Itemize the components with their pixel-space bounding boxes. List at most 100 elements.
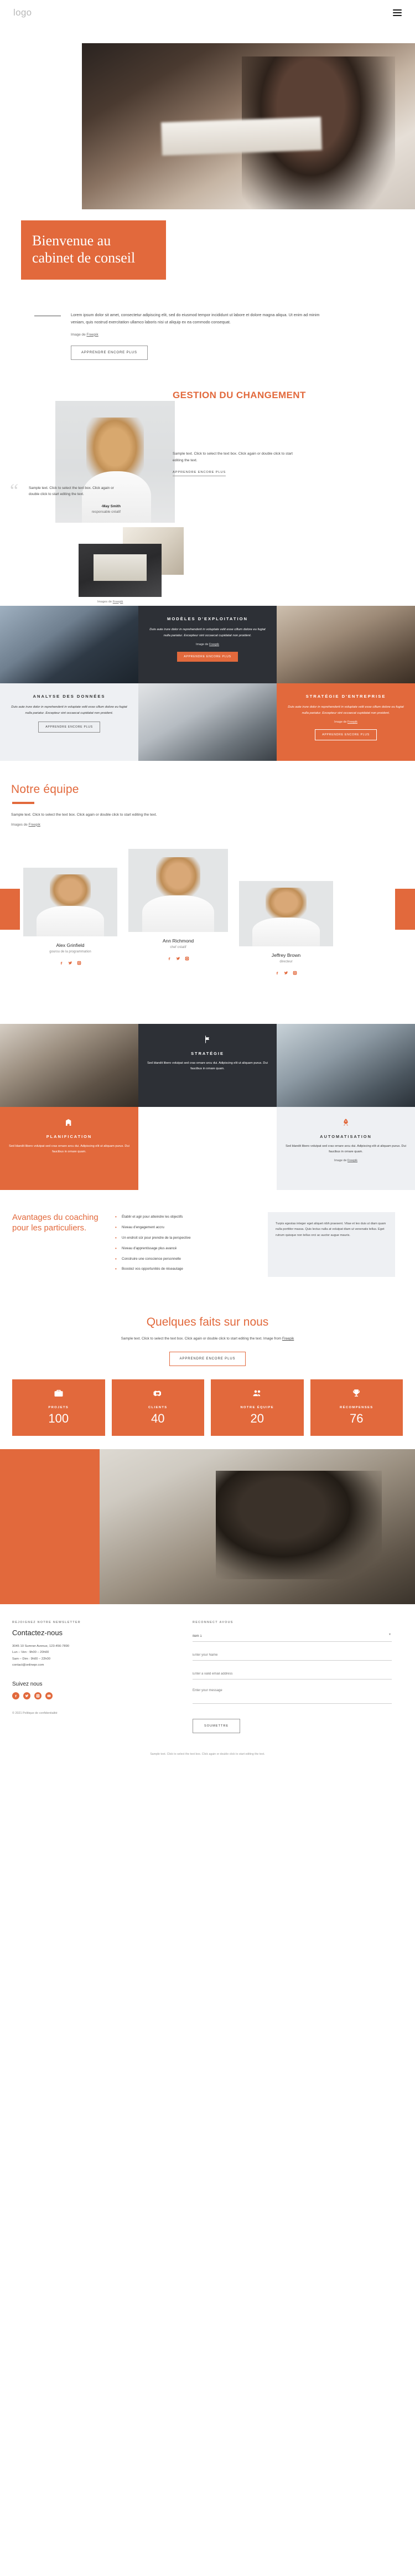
quote-icon: “ [10,480,19,501]
chevron-down-icon[interactable]: ▾ [389,1632,391,1636]
team-accent-left [0,888,20,930]
service-button[interactable]: APPRENDRE ENCORE PLUS [38,722,100,733]
facts-subtitle-link[interactable]: Freepik [282,1337,294,1341]
team-accent-right [395,888,415,930]
service-credit-prefix: Image de [196,643,209,647]
stat-value: 100 [48,1411,69,1425]
facebook-icon[interactable] [12,1692,19,1699]
instagram-icon[interactable] [34,1692,42,1699]
site-logo[interactable]: logo [13,7,32,18]
mosaic-card-automatisation: AUTOMATISATION Sed blandit libero volutp… [277,1106,415,1190]
facts-title: Quelques faits sur nous [146,1316,269,1329]
team-body: Sample text. Click to select the text bo… [11,812,157,817]
mosaic-card-planification: PLANIFICATION Sed blandit libero volutpa… [0,1106,138,1190]
mosaic-body: Sed blandit libero volutpat sed cras orn… [286,1144,406,1153]
service-title: STRATÉGIE D'ENTREPRISE [305,693,386,699]
facebook-icon[interactable] [275,968,279,978]
change-credit-prefix: Images de [97,600,113,604]
stat-label: NOTRE ÉQUIPE [240,1405,274,1409]
facebook-icon[interactable] [59,958,64,968]
team-member-card: Ann Richmond chef créatif [128,848,228,964]
twitter-icon[interactable] [176,954,180,964]
bottom-note: Sample text. Click to select the text bo… [150,1752,265,1756]
intro-learn-more-button[interactable]: APPRENDRE ENCORE PLUS [71,345,148,360]
service-body: Duis aute irure dolor in reprehenderit i… [11,705,127,715]
facts-learn-more-button[interactable]: APPRENDRE ENCORE PLUS [169,1351,246,1366]
email-field[interactable] [193,1669,392,1679]
mosaic-title: PLANIFICATION [46,1134,92,1139]
list-item: Niveau d'apprentissage plus avancé [115,1245,259,1253]
footer-select-wrap: ▾ [193,1630,392,1642]
facts-subtitle-text: Sample text. Click to select the text bo… [121,1337,282,1341]
twitter-icon[interactable] [23,1692,30,1699]
change-management-section: GESTION DU CHANGEMENT Sample text. Click… [0,379,415,606]
wide-banner-image [0,1449,415,1604]
hamburger-icon[interactable] [393,9,402,16]
footer-follow-title: Suivez nous [12,1681,43,1687]
footer-select-input[interactable] [193,1631,392,1642]
youtube-icon[interactable] [45,1692,53,1699]
instagram-icon[interactable] [185,954,189,964]
list-item: Boostez vos opportunités de réseautage [115,1266,259,1273]
service-credit-prefix: Image de [334,720,347,724]
service-card-data-analysis: ANALYSE DES DONNÉES Duis aute irure dolo… [0,683,138,761]
team-member-card: Jeffrey Brown directeur [239,880,333,978]
stat-card-clients: CLIENTS 40 [111,1379,204,1436]
footer-address-line2: Lun – Ven : 9h00 – 20h00 [12,1651,49,1655]
footer-privacy-link[interactable]: © 2021 Politique de confidentialité [12,1712,58,1715]
footer-name-field [193,1648,392,1661]
service-button[interactable]: APPRENDRE ENCORE PLUS [315,729,377,741]
service-body: Duis aute irure dolor in reprehenderit i… [149,628,266,637]
mosaic-body: Sed blandit libero volutpat sed cras orn… [9,1144,129,1153]
team-member-socials [23,958,117,968]
change-management-link[interactable]: APPRENDRE ENCORE PLUS [173,471,226,476]
name-input[interactable] [193,1650,392,1661]
team-header: Notre équipe Sample text. Click to selec… [0,783,415,827]
message-textarea[interactable] [193,1686,392,1704]
hero-title-box: Bienvenue au cabinet de conseil [21,220,166,280]
team-member-socials [128,954,228,964]
service-credit-link[interactable]: Freepik [209,643,219,646]
stat-card-projets: PROJETS 100 [12,1379,105,1436]
facebook-icon[interactable] [167,954,172,964]
service-credit-link[interactable]: Freepik [347,720,357,724]
list-item: Construire une conscience personnelle [115,1256,259,1263]
intro-credit-link[interactable]: Freepik [86,333,98,337]
footer-select-field: ▾ [193,1630,392,1642]
instagram-icon[interactable] [77,958,81,968]
testimonial-author-role: responsable créatif [91,509,121,514]
footer-email-field [193,1667,392,1679]
advantages-list: Établir et agir pour atteindre les objec… [115,1214,259,1273]
mosaic-title: AUTOMATISATION [320,1134,372,1139]
intro-body: Lorem ipsum dolor sit amet, consectetur … [71,311,331,360]
people-icon [215,1388,299,1401]
footer-address-line3: Sam – Dim : 9h00 – 22h00 [12,1657,50,1661]
instagram-icon[interactable] [293,968,297,978]
twitter-icon[interactable] [68,958,72,968]
team-credit: Images de Freepik [11,823,415,827]
service-card-operating-models: MODÈLES D'EXPLOITATION Duis aute irure d… [138,605,277,683]
team-credit-prefix: Images de [11,822,29,827]
twitter-icon[interactable] [284,968,288,978]
mosaic-credit-link[interactable]: Freepik [347,1159,357,1162]
site-header: logo [0,0,415,25]
hero-image [82,43,415,209]
page-title: Bienvenue au cabinet de conseil [32,233,136,266]
service-button[interactable]: APPRENDRE ENCORE PLUS [177,652,238,662]
list-item: Établir et agir pour atteindre les objec… [115,1214,259,1221]
stat-value: 40 [151,1411,165,1425]
service-photo-smiling-man [138,683,277,761]
change-credit-link[interactable]: Freepik [113,600,123,604]
team-credit-link[interactable]: Freepik [29,823,40,827]
change-management-heading-wrap: GESTION DU CHANGEMENT [173,390,322,401]
change-laptop-photo [79,543,162,597]
rocket-icon [341,1118,350,1127]
services-grid: MODÈLES D'EXPLOITATION Duis aute irure d… [0,605,415,761]
submit-button[interactable]: SOUMETTRE [193,1718,241,1733]
avatar [23,867,117,936]
service-body: Duis aute irure dolor in reprehenderit i… [288,705,404,715]
list-item: Niveau d'engagement accru [115,1224,259,1232]
footer-email-link[interactable]: contact@onlinepr.com [12,1663,44,1667]
team-title-underline [12,801,34,804]
team-member-role: gourou de la programmation [49,950,91,954]
